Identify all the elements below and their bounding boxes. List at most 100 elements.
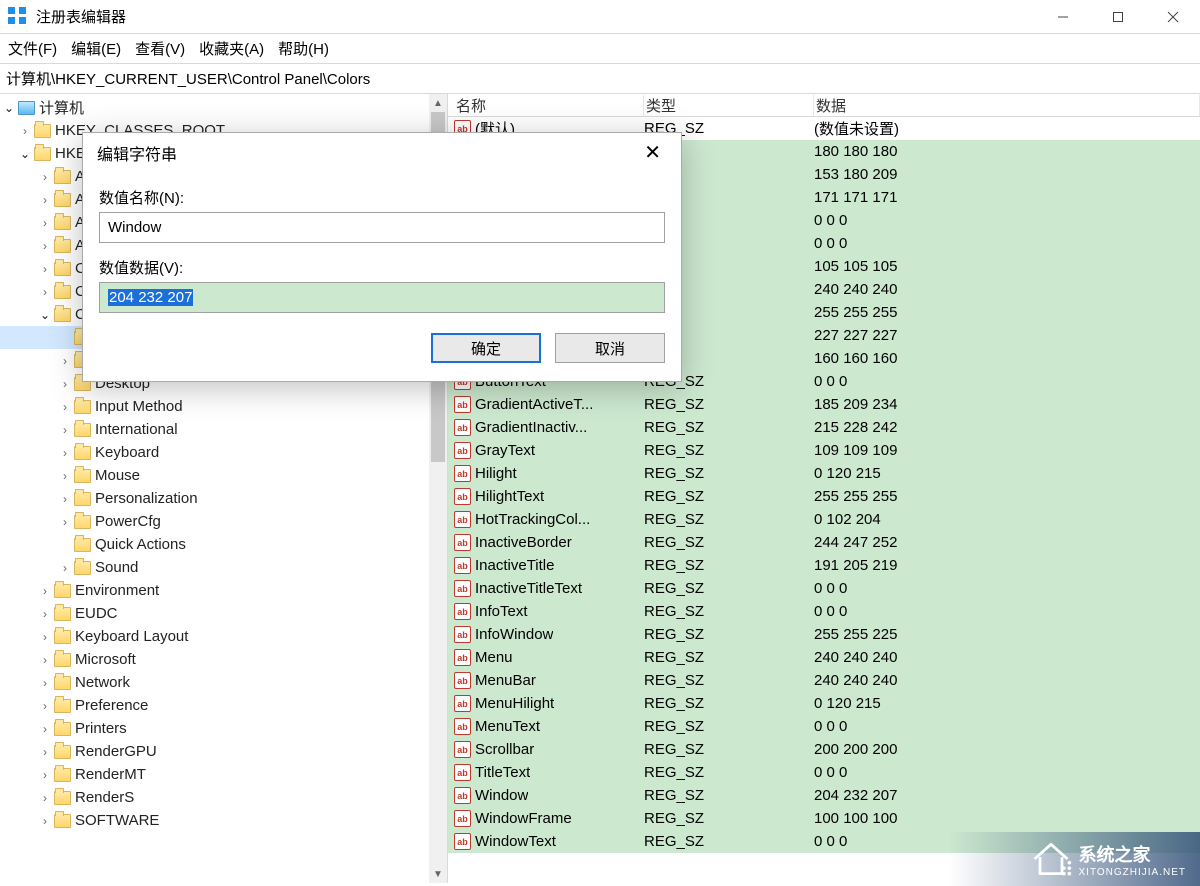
cancel-button[interactable]: 取消 xyxy=(555,333,665,363)
registry-value-row[interactable]: MenuBarREG_SZ240 240 240 xyxy=(448,669,1200,692)
registry-value-row[interactable]: InactiveTitleREG_SZ191 205 219 xyxy=(448,554,1200,577)
close-button[interactable] xyxy=(1145,0,1200,33)
chevron-icon[interactable]: › xyxy=(58,469,72,483)
tree-item[interactable]: › Mouse xyxy=(0,464,447,487)
chevron-icon[interactable]: › xyxy=(38,768,52,782)
chevron-icon[interactable]: › xyxy=(58,423,72,437)
tree-item[interactable]: ›Preference xyxy=(0,694,447,717)
menu-file[interactable]: 文件(F) xyxy=(8,38,57,59)
tree-item[interactable]: ›Printers xyxy=(0,717,447,740)
dialog-close-button[interactable]: ✕ xyxy=(638,143,667,163)
tree-item-label: 计算机 xyxy=(39,97,84,118)
chevron-icon[interactable]: › xyxy=(38,170,52,184)
value-data: 0 0 0 xyxy=(814,212,1200,229)
registry-value-row[interactable]: InfoTextREG_SZ0 0 0 xyxy=(448,600,1200,623)
tree-item[interactable]: ›Personalization xyxy=(0,487,447,510)
chevron-icon[interactable]: › xyxy=(38,699,52,713)
registry-value-row[interactable]: HilightREG_SZ0 120 215 xyxy=(448,462,1200,485)
registry-value-row[interactable]: GrayTextREG_SZ109 109 109 xyxy=(448,439,1200,462)
registry-value-row[interactable]: ScrollbarREG_SZ200 200 200 xyxy=(448,738,1200,761)
registry-value-row[interactable]: MenuREG_SZ240 240 240 xyxy=(448,646,1200,669)
folder-icon xyxy=(54,699,71,713)
tree-item[interactable]: ›Keyboard xyxy=(0,441,447,464)
registry-value-row[interactable]: MenuTextREG_SZ0 0 0 xyxy=(448,715,1200,738)
header-data[interactable]: 数据 xyxy=(814,95,1200,116)
chevron-icon[interactable]: › xyxy=(38,814,52,828)
chevron-icon[interactable]: › xyxy=(38,285,52,299)
tree-item-label: Network xyxy=(75,674,130,691)
chevron-icon[interactable]: › xyxy=(38,722,52,736)
chevron-icon[interactable]: › xyxy=(38,607,52,621)
chevron-icon[interactable]: › xyxy=(38,193,52,207)
registry-value-row[interactable]: WindowFrameREG_SZ100 100 100 xyxy=(448,807,1200,830)
tree-item[interactable]: ›EUDC xyxy=(0,602,447,625)
tree-item[interactable]: › Network xyxy=(0,671,447,694)
chevron-icon[interactable]: › xyxy=(58,515,72,529)
tree-item[interactable]: ›RenderS xyxy=(0,786,447,809)
chevron-icon[interactable]: › xyxy=(58,377,72,391)
registry-value-row[interactable]: GradientInactiv...REG_SZ215 228 242 xyxy=(448,416,1200,439)
minimize-button[interactable] xyxy=(1035,0,1090,33)
chevron-icon[interactable]: › xyxy=(38,745,52,759)
chevron-icon[interactable]: › xyxy=(38,216,52,230)
folder-icon xyxy=(74,538,91,552)
tree-item[interactable]: ⌄ 计算机 xyxy=(0,96,447,119)
list-header[interactable]: 名称 类型 数据 xyxy=(448,94,1200,117)
chevron-icon[interactable]: › xyxy=(38,630,52,644)
tree-item[interactable]: ›Microsoft xyxy=(0,648,447,671)
tree-item[interactable]: ›PowerCfg xyxy=(0,510,447,533)
registry-value-row[interactable]: InfoWindowREG_SZ255 255 225 xyxy=(448,623,1200,646)
string-value-icon xyxy=(454,603,471,620)
value-data: 227 227 227 xyxy=(814,327,1200,344)
tree-item[interactable]: ›Environment xyxy=(0,579,447,602)
tree-item[interactable]: ›Keyboard Layout xyxy=(0,625,447,648)
value-data-input[interactable]: 204 232 207 xyxy=(99,282,665,313)
registry-value-row[interactable]: MenuHilightREG_SZ0 120 215 xyxy=(448,692,1200,715)
address-bar[interactable]: 计算机\HKEY_CURRENT_USER\Control Panel\Colo… xyxy=(0,64,1200,94)
menu-view[interactable]: 查看(V) xyxy=(135,38,185,59)
chevron-icon[interactable]: › xyxy=(38,676,52,690)
chevron-icon[interactable]: › xyxy=(38,653,52,667)
chevron-icon[interactable]: › xyxy=(38,239,52,253)
tree-item[interactable]: › Input Method xyxy=(0,395,447,418)
header-type[interactable]: 类型 xyxy=(644,95,814,116)
tree-item[interactable]: Quick Actions xyxy=(0,533,447,556)
registry-value-row[interactable]: WindowREG_SZ204 232 207 xyxy=(448,784,1200,807)
header-name[interactable]: 名称 xyxy=(454,95,644,116)
chevron-icon[interactable]: ⌄ xyxy=(18,147,32,161)
tree-item[interactable]: ›International xyxy=(0,418,447,441)
ok-button[interactable]: 确定 xyxy=(431,333,541,363)
chevron-icon[interactable]: › xyxy=(18,124,32,138)
menu-edit[interactable]: 编辑(E) xyxy=(71,38,121,59)
value-name-input[interactable]: Window xyxy=(99,212,665,243)
registry-value-row[interactable]: GradientActiveT...REG_SZ185 209 234 xyxy=(448,393,1200,416)
registry-value-row[interactable]: InactiveTitleTextREG_SZ0 0 0 xyxy=(448,577,1200,600)
menu-help[interactable]: 帮助(H) xyxy=(278,38,329,59)
tree-item[interactable]: ›Sound xyxy=(0,556,447,579)
chevron-icon[interactable]: › xyxy=(38,262,52,276)
chevron-icon[interactable]: › xyxy=(58,561,72,575)
tree-item-label: Mouse xyxy=(95,467,140,484)
chevron-icon[interactable]: › xyxy=(38,584,52,598)
chevron-icon[interactable]: ⌄ xyxy=(2,101,16,115)
registry-value-row[interactable]: InactiveBorderREG_SZ244 247 252 xyxy=(448,531,1200,554)
menu-favorites[interactable]: 收藏夹(A) xyxy=(199,38,264,59)
chevron-icon[interactable]: ⌄ xyxy=(38,308,52,322)
chevron-icon[interactable]: › xyxy=(58,354,72,368)
registry-value-row[interactable]: TitleTextREG_SZ0 0 0 xyxy=(448,761,1200,784)
chevron-icon[interactable]: › xyxy=(58,446,72,460)
value-data-label: 数值数据(V): xyxy=(99,257,665,278)
watermark-text: 系统之家 xyxy=(1079,845,1151,865)
registry-value-row[interactable]: HotTrackingCol...REG_SZ0 102 204 xyxy=(448,508,1200,531)
tree-item[interactable]: ›RenderMT xyxy=(0,763,447,786)
value-type: REG_SZ xyxy=(644,626,814,643)
tree-item[interactable]: ›SOFTWARE xyxy=(0,809,447,832)
registry-value-row[interactable]: HilightTextREG_SZ255 255 255 xyxy=(448,485,1200,508)
tree-item[interactable]: ›RenderGPU xyxy=(0,740,447,763)
maximize-button[interactable] xyxy=(1090,0,1145,33)
chevron-icon[interactable]: › xyxy=(38,791,52,805)
value-data: 100 100 100 xyxy=(814,810,1200,827)
tree-item-label: Input Method xyxy=(95,398,183,415)
chevron-icon[interactable]: › xyxy=(58,400,72,414)
chevron-icon[interactable]: › xyxy=(58,492,72,506)
